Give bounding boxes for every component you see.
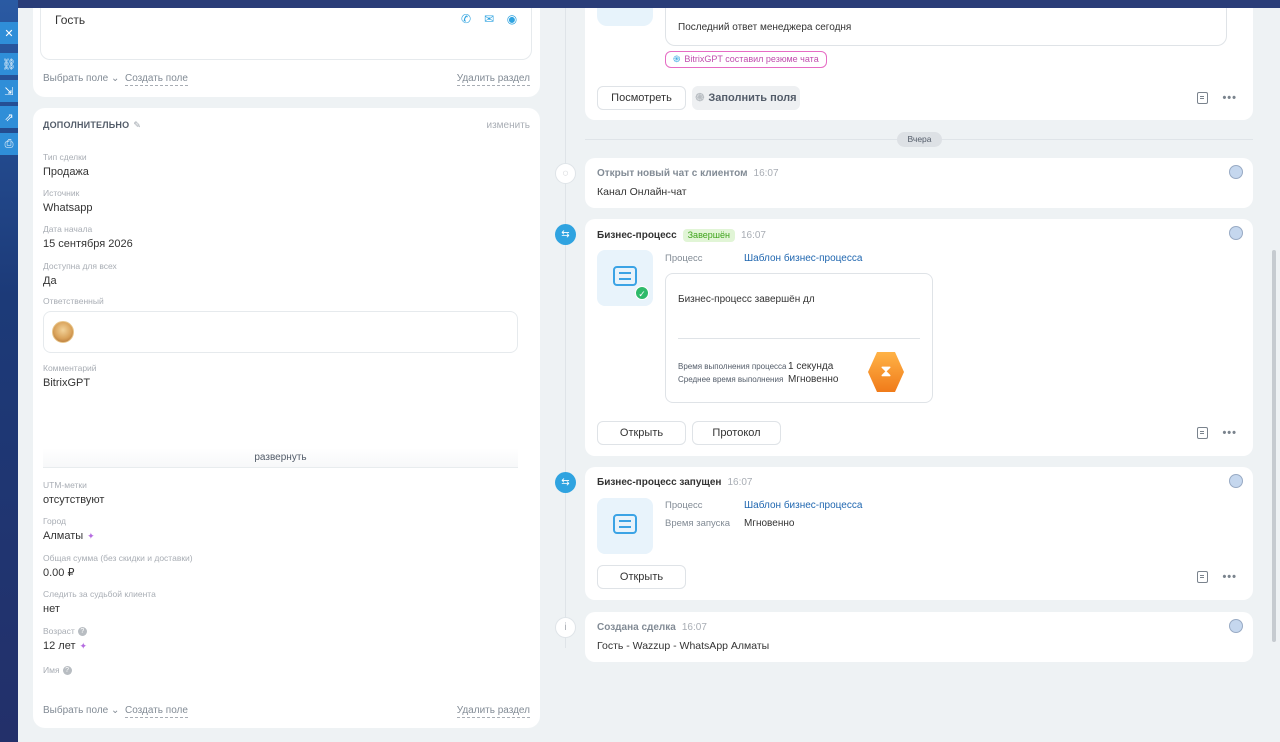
contact-actions: ✆ ✉ ◉ bbox=[459, 12, 519, 26]
contact-section: Гость ✆ ✉ ◉ Выбрать поле ⌄ Создать поле … bbox=[33, 8, 540, 97]
field-start-date[interactable]: Дата начала 15 сентября 2026 bbox=[43, 224, 530, 252]
check-icon: ✓ bbox=[635, 286, 649, 300]
chevron-down-icon: ⌄ bbox=[111, 705, 120, 716]
ai-sparkle-icon: ✦ bbox=[79, 641, 88, 651]
summary-text: Последний ответ менеджера сегодня bbox=[665, 8, 1227, 46]
contact-name[interactable]: Гость bbox=[55, 13, 85, 27]
bp-started-card: Бизнес-процесс запущен 16:07 Процесс Шабл… bbox=[585, 467, 1253, 600]
business-process-icon: ⇆ bbox=[555, 224, 576, 245]
avatar[interactable] bbox=[52, 321, 74, 343]
card-header: Бизнес-процесс Завершён 16:07 bbox=[597, 229, 766, 242]
print-icon[interactable]: ⎙ bbox=[0, 133, 18, 155]
expand-button[interactable]: развернуть bbox=[43, 448, 518, 468]
view-button[interactable]: Посмотреть bbox=[597, 86, 686, 110]
scrollbar[interactable] bbox=[1272, 250, 1276, 642]
create-field-link[interactable]: Создать поле bbox=[125, 73, 188, 86]
user-avatar[interactable] bbox=[1229, 474, 1243, 488]
bp-result-box: Бизнес-процесс завершён дл Время выполне… bbox=[665, 273, 933, 403]
download-icon[interactable]: ⇲ bbox=[0, 80, 18, 102]
card-header: Бизнес-процесс запущен 16:07 bbox=[597, 477, 753, 488]
field-deal-type[interactable]: Тип сделки Продажа bbox=[43, 152, 530, 180]
chat-icon[interactable]: ◉ bbox=[505, 12, 519, 26]
more-icon[interactable]: ••• bbox=[1222, 427, 1237, 439]
gpt-icon: ֍ bbox=[695, 92, 705, 104]
note-icon[interactable] bbox=[1197, 571, 1209, 583]
field-name[interactable]: Имя? bbox=[43, 665, 530, 676]
card-tools: ••• bbox=[1197, 92, 1237, 104]
card-tools: ••• bbox=[1197, 427, 1237, 439]
section-title: ДОПОЛНИТЕЛЬНО ✎ bbox=[43, 120, 142, 130]
additional-section: ДОПОЛНИТЕЛЬНО ✎ изменить Тип сделки Прода… bbox=[33, 108, 540, 728]
chat-bubble-icon: ◌ bbox=[555, 163, 576, 184]
field-city[interactable]: Город Алматы ✦ bbox=[43, 516, 530, 544]
note-icon[interactable] bbox=[1197, 427, 1209, 439]
field-total[interactable]: Общая сумма (без скидки и доставки) 0.00… bbox=[43, 553, 530, 581]
date-divider: Вчера bbox=[897, 132, 942, 147]
create-field-link[interactable]: Создать поле bbox=[125, 705, 188, 718]
help-icon[interactable]: ? bbox=[62, 666, 72, 676]
field-comment[interactable]: Комментарий BitrixGPT bbox=[43, 363, 530, 391]
hourglass-icon: ⧗ bbox=[868, 352, 904, 392]
process-template-link[interactable]: Шаблон бизнес-процесса bbox=[744, 253, 862, 264]
delete-section-link[interactable]: Удалить раздел bbox=[456, 705, 530, 718]
open-button[interactable]: Открыть bbox=[597, 421, 686, 445]
field-follow-client[interactable]: Следить за судьбой клиента нет bbox=[43, 589, 530, 617]
external-link-icon[interactable]: ⇗ bbox=[0, 106, 18, 128]
user-avatar[interactable] bbox=[1229, 165, 1243, 179]
user-avatar[interactable] bbox=[1229, 619, 1243, 633]
responsible-box[interactable] bbox=[43, 311, 518, 353]
status-badge: Завершён bbox=[682, 229, 735, 242]
contact-box: Гость ✆ ✉ ◉ bbox=[40, 8, 532, 60]
card-body: Канал Онлайн-чат bbox=[597, 186, 687, 198]
fill-fields-button[interactable]: ֍ Заполнить поля bbox=[692, 86, 800, 110]
deal-created-card: Создана сделка 16:07 Гость - Wazzup - Wha… bbox=[585, 612, 1253, 662]
card-body: Гость - Wazzup - WhatsApp Алматы bbox=[597, 640, 770, 652]
chat-opened-card: Открыт новый чат с клиентом 16:07 Канал О… bbox=[585, 158, 1253, 208]
field-age[interactable]: Возраст? 12 лет ✦ bbox=[43, 626, 530, 654]
ai-sparkle-icon: ✦ bbox=[87, 531, 95, 541]
phone-icon[interactable]: ✆ bbox=[459, 12, 473, 26]
field-available-all[interactable]: Доступна для всех Да bbox=[43, 261, 530, 289]
link-icon[interactable]: ⛓ bbox=[0, 53, 18, 75]
chat-icon bbox=[597, 8, 653, 26]
business-process-icon bbox=[597, 498, 653, 554]
deal-slider-panel: Гость ✆ ✉ ◉ Выбрать поле ⌄ Создать поле … bbox=[18, 8, 1266, 742]
info-icon: i bbox=[555, 617, 576, 638]
open-button[interactable]: Открыть bbox=[597, 565, 686, 589]
note-icon[interactable] bbox=[1197, 92, 1209, 104]
pick-field-link[interactable]: Выбрать поле ⌄ bbox=[43, 73, 119, 84]
background-left-strip: ✕ ⛓ ⇲ ⇗ ⎙ bbox=[0, 0, 18, 742]
background-top-strip bbox=[18, 0, 1280, 8]
field-source[interactable]: Источник Whatsapp bbox=[43, 188, 530, 216]
more-icon[interactable]: ••• bbox=[1222, 571, 1237, 583]
card-tools: ••• bbox=[1197, 571, 1237, 583]
field-responsible: Ответственный bbox=[43, 296, 104, 306]
close-icon[interactable]: ✕ bbox=[0, 22, 18, 44]
chevron-down-icon: ⌄ bbox=[111, 73, 120, 84]
change-section-link[interactable]: изменить bbox=[486, 120, 530, 131]
field-utm[interactable]: UTM-метки отсутствуют bbox=[43, 480, 530, 508]
user-avatar[interactable] bbox=[1229, 226, 1243, 240]
timeline-line bbox=[565, 8, 566, 648]
business-process-icon: ✓ bbox=[597, 250, 653, 306]
bp-done-card: Бизнес-процесс Завершён 16:07 ✓ Процесс Ша… bbox=[585, 219, 1253, 456]
delete-section-link[interactable]: Удалить раздел bbox=[456, 73, 530, 86]
more-icon[interactable]: ••• bbox=[1222, 92, 1237, 104]
process-template-link[interactable]: Шаблон бизнес-процесса bbox=[744, 500, 862, 511]
mail-icon[interactable]: ✉ bbox=[482, 12, 496, 26]
pencil-icon[interactable]: ✎ bbox=[133, 120, 141, 130]
section-footer: Выбрать поле ⌄ Создать поле Удалить разд… bbox=[43, 705, 530, 719]
card-header: Создана сделка 16:07 bbox=[597, 622, 707, 633]
card-header: Открыт новый чат с клиентом 16:07 bbox=[597, 168, 779, 179]
pick-field-link[interactable]: Выбрать поле ⌄ bbox=[43, 705, 119, 716]
protocol-button[interactable]: Протокол bbox=[692, 421, 781, 445]
gpt-summary-tag[interactable]: ֍ BitrixGPT составил резюме чата bbox=[665, 51, 827, 68]
gpt-icon: ֍ bbox=[673, 54, 681, 64]
help-icon[interactable]: ? bbox=[77, 627, 87, 637]
section-footer: Выбрать поле ⌄ Создать поле Удалить разд… bbox=[43, 73, 530, 87]
chat-summary-card: Последний ответ менеджера сегодня ֍ Bitri… bbox=[585, 8, 1253, 120]
business-process-icon: ⇆ bbox=[555, 472, 576, 493]
